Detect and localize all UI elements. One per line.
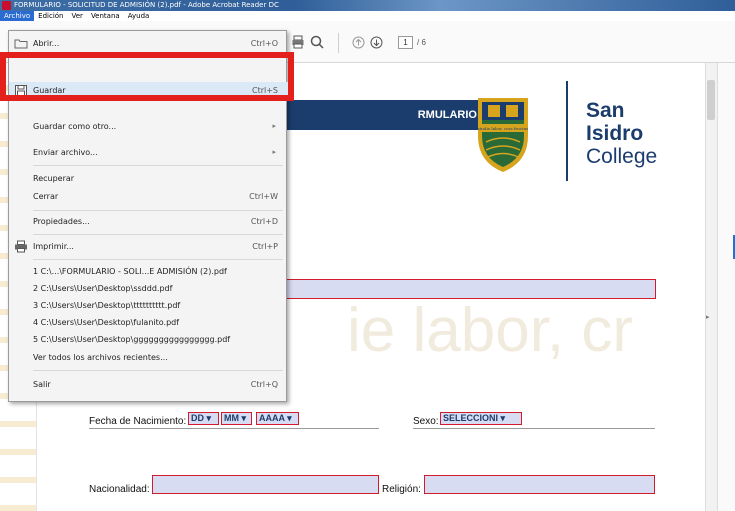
recent-file-1[interactable]: 1 C:\...\FORMULARIO - SOLI...E ADMISIÓN …	[9, 263, 288, 280]
print-toolbar-icon[interactable]	[292, 35, 304, 49]
svg-text:studio labor, cras fructus: studio labor, cras fructus	[478, 126, 529, 131]
brand-line-2: Isidro	[586, 122, 644, 145]
window-title: FORMULARIO - SOLICITUD DE ADMISIÓN (2).p…	[14, 1, 279, 9]
menu-item-print[interactable]: Imprimir... Ctrl+P	[9, 238, 288, 255]
menu-separator	[33, 370, 283, 371]
birth-date-label: Fecha de Nacimiento:	[89, 416, 187, 427]
school-crest-icon: studio labor, cras fructus	[478, 98, 529, 172]
printer-icon	[15, 240, 27, 253]
page-number-input[interactable]: 1	[398, 36, 413, 49]
folder-icon	[14, 39, 28, 49]
menu-item-open[interactable]: Abrir... Ctrl+O	[9, 35, 288, 52]
birth-month-select[interactable]: MM ▾	[221, 412, 252, 425]
menu-ver[interactable]: Ver	[68, 11, 87, 21]
page-total: / 6	[417, 38, 426, 47]
full-name-field[interactable]	[238, 279, 656, 299]
recent-file-4[interactable]: 4 C:\Users\User\Desktop\fulanito.pdf	[9, 314, 288, 331]
right-tools-pane: ▸	[706, 63, 735, 511]
menu-item-send[interactable]: Enviar archivo... ▸	[9, 144, 288, 161]
next-page-icon[interactable]	[370, 36, 383, 49]
zoom-search-icon[interactable]	[310, 35, 324, 49]
menu-edicion[interactable]: Edición	[34, 11, 67, 21]
religion-label: Religión:	[382, 484, 421, 495]
save-highlight-annotation	[0, 52, 294, 101]
nationality-field[interactable]	[152, 475, 379, 494]
toolbar-separator	[338, 33, 339, 53]
menu-item-view-all-recent[interactable]: Ver todos los archivos recientes...	[9, 349, 288, 366]
submenu-arrow-icon: ▸	[272, 122, 276, 130]
brand-divider	[566, 81, 568, 181]
window-title-bar: FORMULARIO - SOLICITUD DE ADMISIÓN (2).p…	[0, 0, 735, 11]
menu-item-exit[interactable]: Salir Ctrl+Q	[9, 376, 288, 393]
recent-file-5[interactable]: 5 C:\Users\User\Desktop\gggggggggggggggg…	[9, 331, 288, 348]
nationality-label: Nacionalidad:	[89, 484, 150, 495]
menu-separator	[33, 259, 283, 260]
form-title: RMULARIO	[417, 109, 477, 121]
submenu-arrow-icon: ▸	[272, 148, 276, 156]
menu-separator	[33, 234, 283, 235]
birth-date-underline	[89, 428, 379, 429]
menu-ventana[interactable]: Ventana	[87, 11, 124, 21]
previous-page-icon[interactable]	[352, 36, 365, 49]
acrobat-app-icon	[2, 1, 11, 10]
birth-day-select[interactable]: DD ▾	[188, 412, 219, 425]
sex-underline	[413, 428, 655, 429]
watermark-text: ie labor, cr	[347, 296, 634, 365]
sex-label: Sexo:	[413, 416, 439, 427]
recent-file-2[interactable]: 2 C:\Users\User\Desktop\ssddd.pdf	[9, 280, 288, 297]
birth-year-select[interactable]: AAAA ▾	[256, 412, 299, 425]
menu-archivo[interactable]: Archivo	[0, 11, 35, 21]
sex-select[interactable]: SELECCIONI ▾	[440, 412, 522, 425]
menu-item-close[interactable]: Cerrar Ctrl+W	[9, 188, 288, 205]
pane-collapse-arrow-icon[interactable]: ▸	[706, 313, 710, 321]
menu-separator	[33, 165, 283, 166]
menu-item-recover[interactable]: Recuperar	[9, 170, 288, 187]
recent-file-3[interactable]: 3 C:\Users\User\Desktop\tttttttttt.pdf	[9, 297, 288, 314]
menu-item-properties[interactable]: Propiedades... Ctrl+D	[9, 213, 288, 230]
brand-line-1: San	[586, 99, 625, 122]
menu-ayuda[interactable]: Ayuda	[124, 11, 154, 21]
vertical-scrollbar[interactable]	[705, 63, 717, 511]
scrollbar-thumb[interactable]	[707, 80, 715, 120]
menu-separator	[33, 210, 283, 211]
school-brand: San Isidro College	[586, 99, 657, 168]
menu-item-save-as[interactable]: Guardar como otro... ▸	[9, 118, 288, 135]
menu-bar: Archivo Edición Ver Ventana Ayuda	[0, 11, 735, 21]
religion-field[interactable]	[424, 475, 655, 494]
brand-line-3: College	[586, 145, 658, 168]
